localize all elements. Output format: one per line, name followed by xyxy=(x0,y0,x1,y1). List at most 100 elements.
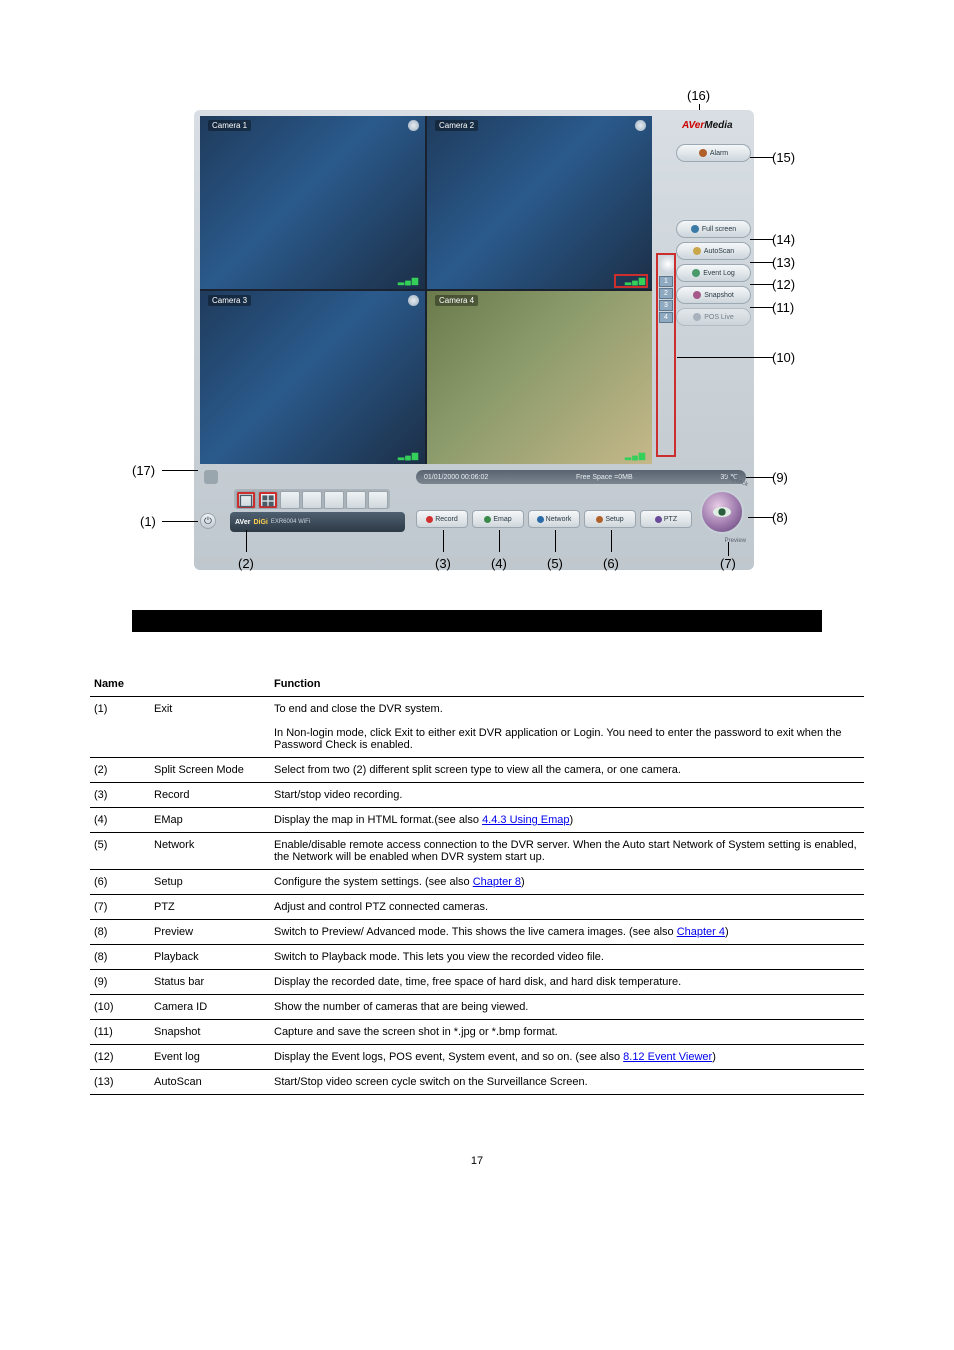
setup-button[interactable]: Setup xyxy=(584,510,636,528)
layout-button[interactable] xyxy=(280,491,300,509)
snapshot-button[interactable]: Snapshot xyxy=(676,286,751,304)
link-chapter8[interactable]: Chapter 8 xyxy=(473,876,521,888)
brand-logo: AVerMedia xyxy=(682,120,733,131)
exit-button[interactable]: ⏻ xyxy=(200,513,216,529)
link-chapter4[interactable]: Chapter 4 xyxy=(677,926,725,938)
posviewer-button[interactable]: POS Live xyxy=(676,308,751,326)
row-no: (8) xyxy=(90,945,150,970)
layout-button[interactable] xyxy=(346,491,366,509)
page-number: 17 xyxy=(90,1155,864,1167)
highlight-signal xyxy=(614,274,648,288)
ptz-button[interactable]: PTZ xyxy=(640,510,692,528)
callout-15: (15) xyxy=(772,150,795,165)
ptz-label: PTZ xyxy=(664,516,677,523)
row-name: Preview xyxy=(150,920,270,945)
fullscreen-button[interactable]: Full screen xyxy=(676,220,751,238)
gear-icon xyxy=(635,120,646,131)
leader-line xyxy=(499,530,500,552)
link-emap[interactable]: 4.4.3 Using Emap xyxy=(482,814,569,826)
col-header-function: Function xyxy=(270,672,864,697)
signal-icon: ▂▄▆ xyxy=(398,451,419,460)
record-icon xyxy=(426,516,433,523)
row-no: (12) xyxy=(90,1045,150,1070)
callout-8: (8) xyxy=(772,510,788,525)
autoscan-label: AutoScan xyxy=(704,248,734,255)
eventlog-button[interactable]: Event Log xyxy=(676,264,751,282)
preview-playback-eye[interactable] xyxy=(700,490,744,534)
signal-icon: ▂▄▆ xyxy=(625,451,646,460)
row-no: (13) xyxy=(90,1070,150,1095)
row-name: Status bar xyxy=(150,970,270,995)
audio-icon xyxy=(408,295,419,306)
row-no: (4) xyxy=(90,808,150,833)
leader-line xyxy=(750,284,774,285)
row-func-cont: In Non-login mode, click Exit to either … xyxy=(270,721,864,758)
camera-grid: Camera 1 ▂▄▆ Camera 2 ▂▄▆ Camera 3 ▂▄▆ C… xyxy=(200,116,652,464)
leader-line xyxy=(162,470,198,471)
emap-button[interactable]: Emap xyxy=(472,510,524,528)
row-no: (9) xyxy=(90,970,150,995)
layout-button[interactable] xyxy=(324,491,344,509)
row-name: Record xyxy=(150,783,270,808)
callout-10: (10) xyxy=(772,350,795,365)
leader-line xyxy=(728,542,729,556)
emap-label: Emap xyxy=(493,516,511,523)
camera-tile-2[interactable]: Camera 2 ▂▄▆ xyxy=(427,116,652,289)
row-func: Switch to Playback mode. This lets you v… xyxy=(270,945,864,970)
brand-part-b: Media xyxy=(704,120,732,131)
leader-line xyxy=(750,157,774,158)
camera-label: Camera 4 xyxy=(435,295,478,306)
callout-7: (7) xyxy=(720,556,736,571)
model-b: DiGi xyxy=(253,519,267,526)
layout-single-button[interactable] xyxy=(236,491,256,509)
row-no: (11) xyxy=(90,1020,150,1045)
row-no: (5) xyxy=(90,833,150,870)
camera-tile-1[interactable]: Camera 1 ▂▄▆ xyxy=(200,116,425,289)
eventlog-label: Event Log xyxy=(703,270,735,277)
network-button[interactable]: Network xyxy=(528,510,580,528)
bottom-toolbar: Record Emap Network Setup PTZ xyxy=(416,510,692,528)
snapshot-label: Snapshot xyxy=(704,292,734,299)
row-no: (1) xyxy=(90,697,150,722)
layout-button[interactable] xyxy=(302,491,322,509)
side-button-column: Alarm Full screen AutoScan Event Log Sna… xyxy=(676,144,751,326)
layout-quad-button[interactable] xyxy=(258,491,278,509)
callout-1: (1) xyxy=(140,514,156,529)
callout-12: (12) xyxy=(772,277,795,292)
separator-bar xyxy=(132,610,822,632)
row-func: Enable/disable remote access connection … xyxy=(270,833,864,870)
row-name: EMap xyxy=(150,808,270,833)
setup-icon xyxy=(596,516,603,523)
network-label: Network xyxy=(546,516,572,523)
emap-icon xyxy=(484,516,491,523)
status-bar: 01/01/2000 00:06:02 Free Space =0MB 39 ℃ xyxy=(416,470,746,484)
row-name: Network xyxy=(150,833,270,870)
status-space: Free Space =0MB xyxy=(576,474,633,481)
leader-line xyxy=(677,357,773,358)
camera-tile-3[interactable]: Camera 3 ▂▄▆ xyxy=(200,291,425,464)
ptz-icon xyxy=(655,516,662,523)
highlight-camera-id xyxy=(656,253,676,457)
virtual-keyboard-icon[interactable] xyxy=(204,470,218,484)
network-icon xyxy=(537,516,544,523)
layout-button[interactable] xyxy=(368,491,388,509)
autoscan-button[interactable]: AutoScan xyxy=(676,242,751,260)
alarm-button[interactable]: Alarm xyxy=(676,144,751,162)
row-func: Switch to Preview/ Advanced mode. This s… xyxy=(270,920,864,945)
row-func: Configure the system settings. (see also… xyxy=(270,870,864,895)
pos-icon xyxy=(693,313,701,321)
camera-label: Camera 3 xyxy=(208,295,251,306)
row-no: (2) xyxy=(90,758,150,783)
callout-16: (16) xyxy=(687,88,710,103)
function-table-body: (1) Exit To end and close the DVR system… xyxy=(90,697,864,1095)
callout-4: (4) xyxy=(491,556,507,571)
row-name: Playback xyxy=(150,945,270,970)
row-func: Display the Event logs, POS event, Syste… xyxy=(270,1045,864,1070)
camera-tile-4[interactable]: Camera 4 ▂▄▆ xyxy=(427,291,652,464)
record-button[interactable]: Record xyxy=(416,510,468,528)
row-func: Display the recorded date, time, free sp… xyxy=(270,970,864,995)
row-name: Exit xyxy=(150,697,270,722)
leader-line xyxy=(611,530,612,552)
link-event-viewer[interactable]: 8.12 Event Viewer xyxy=(623,1051,712,1063)
callout-11: (11) xyxy=(772,300,794,315)
